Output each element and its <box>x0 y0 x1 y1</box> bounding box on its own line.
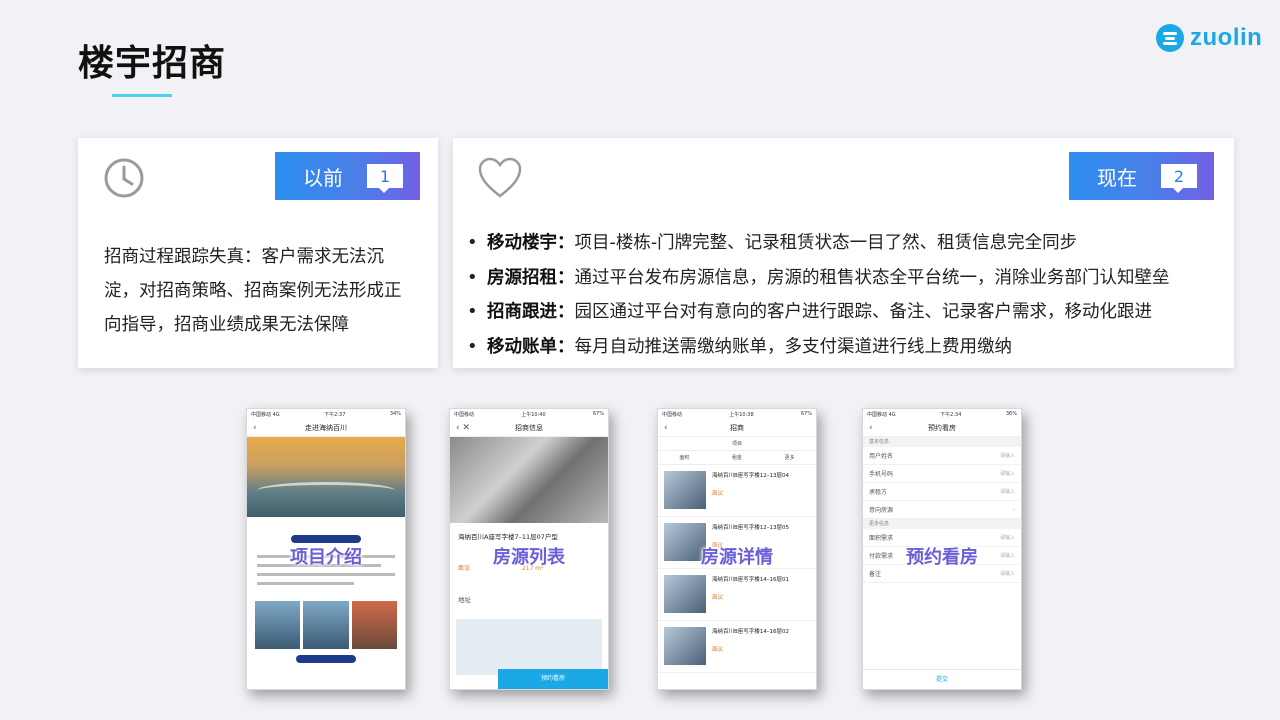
submit-button[interactable]: 提交 <box>863 669 1021 689</box>
location-map[interactable] <box>456 619 602 675</box>
building-thumbnail <box>664 471 706 509</box>
chevron-right-icon: › <box>1013 506 1015 513</box>
brand-name: zuolin <box>1190 24 1263 51</box>
form-field[interactable]: 用户姓名 请输入 <box>863 447 1021 465</box>
list-item[interactable]: 海纳百川B座写字楼14–16层01 面议 <box>658 569 816 621</box>
nav-bar: ‹ 走进海纳百川 <box>247 419 405 437</box>
feature-item: 招商跟进：园区通过平台对有意向的客户进行跟踪、备注、记录客户需求，移动化跟进 <box>467 295 1227 330</box>
screen-label: 房源列表 <box>493 547 565 568</box>
now-badge-label: 现在 <box>1097 165 1137 190</box>
back-icon: ‹ <box>664 423 668 433</box>
before-badge: 以前 1 <box>275 152 420 200</box>
form-field[interactable]: 手机号码 请输入 <box>863 465 1021 483</box>
list-item[interactable]: 海纳百川B座写字楼12–13层04 面议 <box>658 465 816 517</box>
form-field[interactable]: 承租方 请输入 <box>863 483 1021 501</box>
hero-image <box>247 437 405 517</box>
zuolin-logo-icon <box>1156 24 1184 52</box>
section-tag <box>291 535 361 543</box>
title-underline <box>112 94 172 97</box>
now-badge-number: 2 <box>1161 164 1197 193</box>
list-item[interactable]: 海纳百川B座写字楼14–16层02 面议 <box>658 621 816 673</box>
before-badge-label: 以前 <box>303 165 343 190</box>
screen-label: 项目介绍 <box>290 547 362 568</box>
screenshot-project-intro: 中国移动 4G 下午2:37 34% ‹ 走进海纳百川 项目介绍 <box>246 408 406 690</box>
heart-icon <box>478 157 522 198</box>
now-card: 现在 2 移动楼宇：项目-楼栋-门牌完整、记录租赁状态一目了然、租赁信息完全同步… <box>453 138 1234 368</box>
form-field[interactable]: 意向房源 › <box>863 501 1021 519</box>
screen-label: 预约看房 <box>906 547 978 568</box>
feature-item: 移动楼宇：项目-楼栋-门牌完整、记录租赁状态一目了然、租赁信息完全同步 <box>467 226 1227 261</box>
status-bar: 中国移动 上午10:40 67% <box>454 411 604 418</box>
building-thumbnail <box>664 627 706 665</box>
back-icon: ‹ ✕ <box>456 423 471 433</box>
nav-bar: ‹ 预约看房 <box>863 419 1021 437</box>
screenshot-book-viewing: 中国移动 4G 下午2:34 36% ‹ 预约看房 基本信息 用户姓名 请输入 手… <box>862 408 1022 690</box>
back-icon: ‹ <box>869 423 873 433</box>
screenshot-listing-list: 中国移动 上午10:40 67% ‹ ✕ 招商信息 海纳百川A座写字楼7–11层… <box>449 408 609 690</box>
project-filter[interactable]: 项目 <box>658 437 816 451</box>
feature-item: 房源招租：通过平台发布房源信息，房源的租售状态全平台统一，消除业务部门认知壁垒 <box>467 261 1227 296</box>
listing-photo <box>450 437 608 523</box>
status-bar: 中国移动 4G 下午2:34 36% <box>867 411 1017 418</box>
now-badge: 现在 2 <box>1069 152 1214 200</box>
building-thumbnail <box>664 575 706 613</box>
nav-bar: ‹ 招商 <box>658 419 816 437</box>
before-card: 以前 1 招商过程跟踪失真：客户需求无法沉淀，对招商策略、招商案例无法形成正向指… <box>78 138 438 368</box>
clock-icon <box>104 158 144 198</box>
screen-label: 房源详情 <box>701 547 773 568</box>
zuolin-logo: zuolin <box>1156 24 1262 52</box>
feature-item: 移动账单：每月自动推送需缴纳账单，多支付渠道进行线上费用缴纳 <box>467 330 1227 365</box>
section-tag <box>296 655 356 663</box>
now-feature-list: 移动楼宇：项目-楼栋-门牌完整、记录租赁状态一目了然、租赁信息完全同步 房源招租… <box>467 226 1227 364</box>
form-section-header: 更多信息 <box>863 519 1021 529</box>
nav-bar: ‹ ✕ 招商信息 <box>450 419 608 437</box>
photo-strip <box>247 601 405 649</box>
before-badge-number: 1 <box>367 164 403 193</box>
before-description: 招商过程跟踪失真：客户需求无法沉淀，对招商策略、招商案例无法形成正向指导，招商业… <box>104 247 402 335</box>
page-title: 楼宇招商 <box>78 43 227 84</box>
screenshot-listing-detail: 中国移动 上午10:38 67% ‹ 招商 项目 面积 租金 更多 海纳百川B座… <box>657 408 817 690</box>
status-bar: 中国移动 4G 下午2:37 34% <box>251 411 401 418</box>
book-viewing-button[interactable]: 预约看房 <box>498 669 608 689</box>
form-section-header: 基本信息 <box>863 437 1021 447</box>
status-bar: 中国移动 上午10:38 67% <box>662 411 812 418</box>
filter-bar: 面积 租金 更多 <box>658 451 816 465</box>
back-icon: ‹ <box>253 423 257 433</box>
